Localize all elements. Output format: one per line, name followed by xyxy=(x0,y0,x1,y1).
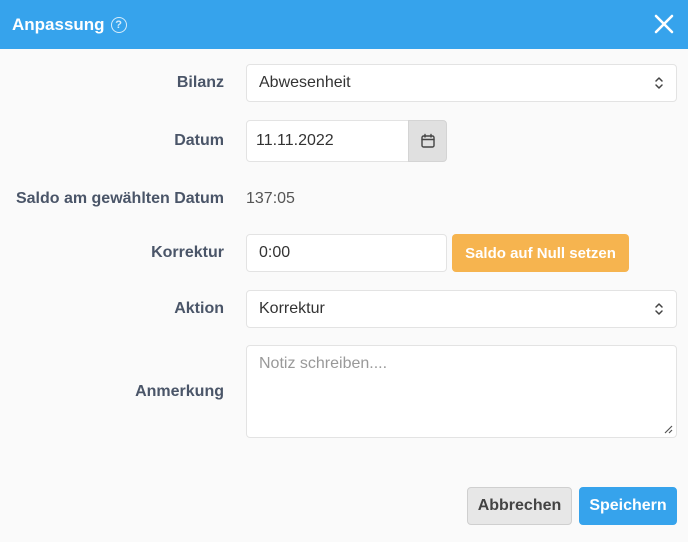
bilanz-row: Bilanz Abwesenheit xyxy=(0,64,688,102)
help-icon[interactable]: ? xyxy=(110,16,127,33)
anmerkung-placeholder: Notiz schreiben.... xyxy=(259,355,388,372)
cancel-button[interactable]: Abbrechen xyxy=(467,487,572,525)
anmerkung-row: Anmerkung Notiz schreiben.... xyxy=(0,345,688,438)
anmerkung-label: Anmerkung xyxy=(135,382,224,400)
close-icon[interactable] xyxy=(652,12,676,36)
saldo-row: Saldo am gewählten Datum 137:05 xyxy=(0,188,688,210)
korrektur-row: Korrektur 0:00 Saldo auf Null setzen xyxy=(0,234,688,272)
bilanz-value: Abwesenheit xyxy=(259,74,351,91)
datum-label: Datum xyxy=(174,132,224,149)
aktion-row: Aktion Korrektur xyxy=(0,290,688,328)
chevron-updown-icon xyxy=(655,303,663,315)
save-button[interactable]: Speichern xyxy=(579,487,677,525)
reset-saldo-button[interactable]: Saldo auf Null setzen xyxy=(452,234,629,272)
dialog-title: Anpassung xyxy=(12,14,105,34)
calendar-icon xyxy=(420,133,435,148)
datum-row: Datum 11.11.2022 xyxy=(0,120,688,162)
aktion-select[interactable]: Korrektur xyxy=(246,290,677,328)
chevron-updown-icon xyxy=(655,77,663,89)
aktion-label: Aktion xyxy=(174,300,224,317)
adjustment-dialog: Anpassung ? Bilanz Abwesenheit Datum 11.… xyxy=(0,0,688,542)
datum-value: 11.11.2022 xyxy=(256,132,334,149)
bilanz-label: Bilanz xyxy=(176,74,224,91)
dialog-header: Anpassung ? xyxy=(0,0,688,49)
korrektur-input[interactable]: 0:00 xyxy=(246,234,447,272)
anmerkung-textarea[interactable]: Notiz schreiben.... xyxy=(246,345,677,438)
datum-input[interactable]: 11.11.2022 xyxy=(246,120,409,162)
saldo-value: 137:05 xyxy=(246,190,295,207)
korrektur-value: 0:00 xyxy=(259,244,291,261)
saldo-label: Saldo am gewählten Datum xyxy=(15,190,224,207)
aktion-value: Korrektur xyxy=(259,300,325,317)
calendar-button[interactable] xyxy=(408,120,447,162)
resize-grip-icon[interactable] xyxy=(664,425,673,434)
bilanz-select[interactable]: Abwesenheit xyxy=(246,64,677,102)
korrektur-label: Korrektur xyxy=(151,244,224,261)
